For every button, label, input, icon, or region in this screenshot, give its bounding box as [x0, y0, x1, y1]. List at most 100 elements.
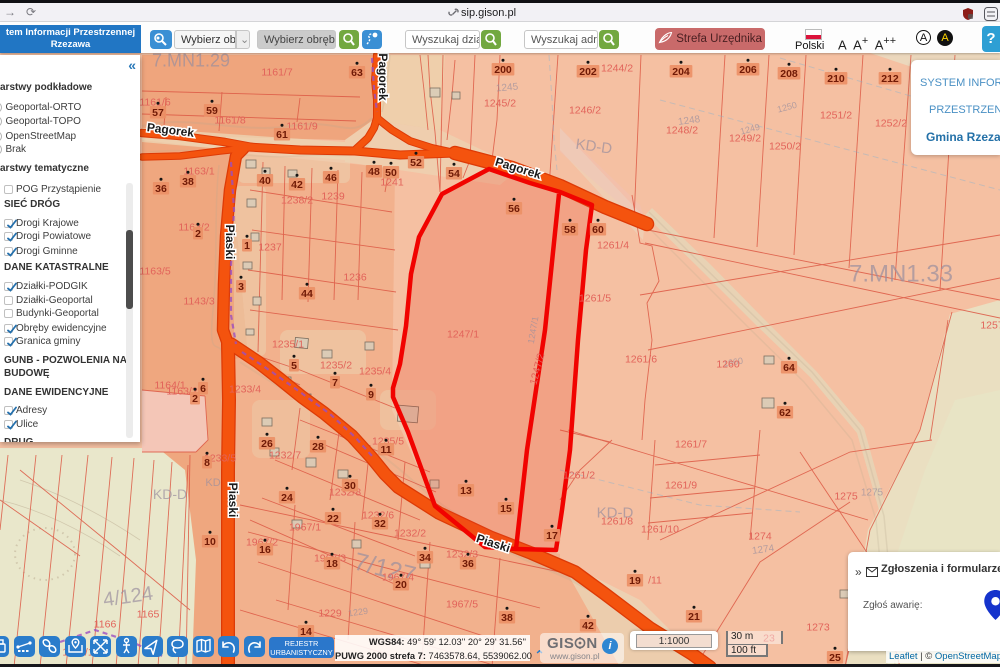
svg-text:1247/1: 1247/1 [447, 329, 479, 341]
svg-text:7: 7 [332, 377, 338, 389]
svg-text:1257: 1257 [980, 320, 1000, 332]
svg-text:1275: 1275 [834, 491, 858, 503]
svg-text:57: 57 [152, 107, 164, 119]
svg-text:1967/1: 1967/1 [289, 522, 321, 534]
svg-text:22: 22 [327, 513, 339, 525]
svg-text:42: 42 [291, 179, 303, 191]
svg-text:50: 50 [385, 167, 397, 179]
svg-text:1249/2: 1249/2 [729, 133, 761, 145]
svg-text:15: 15 [500, 503, 512, 515]
svg-text:1161/9: 1161/9 [286, 121, 317, 133]
svg-text:KD-D: KD-D [153, 486, 187, 502]
svg-text:46: 46 [325, 172, 337, 184]
svg-text:1274: 1274 [748, 531, 772, 543]
svg-text:1275: 1275 [861, 488, 884, 499]
svg-text:34: 34 [419, 552, 431, 564]
svg-text:202: 202 [579, 66, 597, 78]
svg-text:38: 38 [182, 176, 194, 188]
svg-text:63: 63 [351, 67, 363, 79]
svg-text:48: 48 [368, 166, 380, 178]
svg-text:1251/2: 1251/2 [820, 110, 852, 122]
svg-text:8: 8 [204, 457, 210, 469]
svg-text:1235/1: 1235/1 [272, 339, 304, 351]
svg-text:20: 20 [395, 579, 407, 591]
svg-text:60: 60 [592, 224, 604, 236]
svg-text:204: 204 [672, 66, 690, 78]
svg-text:44: 44 [301, 288, 313, 300]
svg-text:1261/7: 1261/7 [675, 439, 707, 451]
svg-text:1235/4: 1235/4 [359, 366, 391, 378]
svg-text:1261/9: 1261/9 [665, 480, 697, 492]
svg-text:Piaski: Piaski [226, 483, 240, 518]
svg-text:38: 38 [501, 612, 513, 624]
svg-text:/11: /11 [648, 575, 662, 587]
svg-text:206: 206 [739, 64, 757, 76]
svg-text:17: 17 [546, 530, 558, 542]
svg-text:64: 64 [783, 362, 795, 374]
svg-text:1261/8: 1261/8 [601, 516, 633, 528]
svg-text:26: 26 [261, 438, 273, 450]
svg-text:1250/2: 1250/2 [769, 141, 801, 153]
svg-text:36: 36 [155, 183, 167, 195]
svg-text:1143/3: 1143/3 [183, 296, 214, 308]
svg-text:21: 21 [688, 611, 700, 623]
svg-text:1236: 1236 [343, 272, 367, 284]
svg-text:1248/2: 1248/2 [666, 125, 698, 137]
svg-text:28: 28 [312, 441, 324, 453]
svg-text:1235/2: 1235/2 [320, 360, 352, 372]
svg-text:7.MN1.33: 7.MN1.33 [849, 260, 953, 287]
svg-text:1261/2: 1261/2 [563, 470, 595, 482]
svg-text:25: 25 [829, 652, 841, 664]
svg-text:52: 52 [410, 157, 422, 169]
svg-text:1245/2: 1245/2 [484, 98, 516, 110]
svg-text:5: 5 [291, 360, 297, 372]
svg-text:208: 208 [780, 68, 798, 80]
svg-text:2: 2 [192, 393, 198, 405]
svg-text:212: 212 [881, 73, 899, 85]
svg-text:1238/2: 1238/2 [281, 195, 313, 207]
svg-text:Pagorek: Pagorek [376, 53, 390, 101]
svg-text:54: 54 [448, 168, 460, 180]
svg-text:KD: KD [205, 477, 220, 489]
svg-text:1163/5: 1163/5 [139, 266, 170, 278]
svg-text:40: 40 [259, 175, 271, 187]
svg-text:7.MN1.29: 7.MN1.29 [152, 53, 230, 70]
svg-text:1967/5: 1967/5 [446, 599, 478, 611]
svg-text:1244/2: 1244/2 [601, 63, 633, 75]
svg-text:3: 3 [238, 281, 244, 293]
svg-text:9: 9 [368, 389, 374, 401]
svg-text:1166: 1166 [94, 619, 117, 631]
svg-text:1233/4: 1233/4 [229, 384, 261, 396]
svg-text:1261/4: 1261/4 [597, 240, 629, 252]
svg-text:1261/6: 1261/6 [625, 354, 657, 366]
svg-text:1165: 1165 [137, 609, 160, 621]
svg-text:6: 6 [200, 383, 206, 395]
svg-text:61: 61 [276, 129, 288, 141]
svg-text:13: 13 [460, 485, 472, 497]
svg-text:1239: 1239 [321, 191, 345, 203]
svg-text:1232/2: 1232/2 [394, 528, 426, 540]
svg-text:11: 11 [380, 444, 391, 456]
svg-text:30: 30 [344, 480, 356, 492]
svg-text:18: 18 [326, 558, 338, 570]
svg-text:1261/5: 1261/5 [579, 293, 611, 305]
svg-text:32: 32 [374, 518, 386, 530]
svg-text:1245: 1245 [496, 82, 520, 95]
svg-text:1161/7: 1161/7 [261, 67, 292, 79]
svg-text:1164/1: 1164/1 [154, 380, 185, 392]
svg-text:10: 10 [204, 536, 216, 548]
svg-text:59: 59 [206, 105, 218, 117]
svg-text:16: 16 [259, 544, 271, 556]
svg-text:56: 56 [508, 203, 520, 215]
svg-text:1273: 1273 [806, 622, 830, 634]
svg-text:1246/2: 1246/2 [569, 105, 601, 117]
svg-text:58: 58 [564, 224, 576, 236]
svg-text:1229: 1229 [318, 608, 342, 620]
svg-text:1232/7: 1232/7 [269, 450, 301, 462]
svg-text:1260: 1260 [716, 359, 740, 371]
svg-text:19: 19 [629, 575, 641, 587]
svg-text:1237: 1237 [258, 242, 282, 254]
svg-text:200: 200 [494, 64, 512, 76]
svg-text:62: 62 [779, 407, 791, 419]
svg-text:42: 42 [582, 620, 594, 632]
